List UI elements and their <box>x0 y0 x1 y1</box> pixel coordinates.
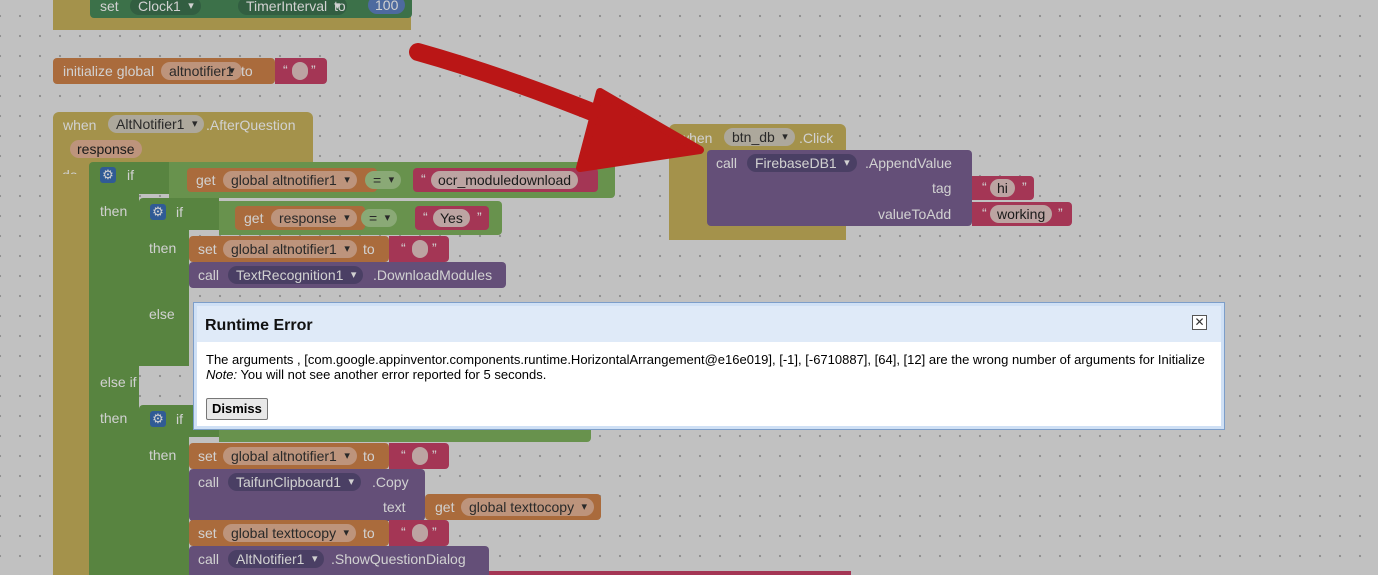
note-label: Note: <box>206 367 238 382</box>
runtime-error-dialog: Runtime Error ✕ The arguments , [com.goo… <box>193 302 1225 430</box>
dismiss-button[interactable]: Dismiss <box>206 398 268 420</box>
dialog-header: Runtime Error ✕ <box>197 306 1221 342</box>
close-icon[interactable]: ✕ <box>1192 315 1207 330</box>
error-message: The arguments , [com.google.appinventor.… <box>206 352 1205 367</box>
dialog-body: Runtime Error ✕ The arguments , [com.goo… <box>197 306 1221 426</box>
note-text: You will not see another error reported … <box>237 367 547 382</box>
dialog-title: Runtime Error <box>205 317 313 334</box>
error-note: Note: You will not see another error rep… <box>206 367 546 382</box>
modal-overlay <box>0 0 1378 575</box>
